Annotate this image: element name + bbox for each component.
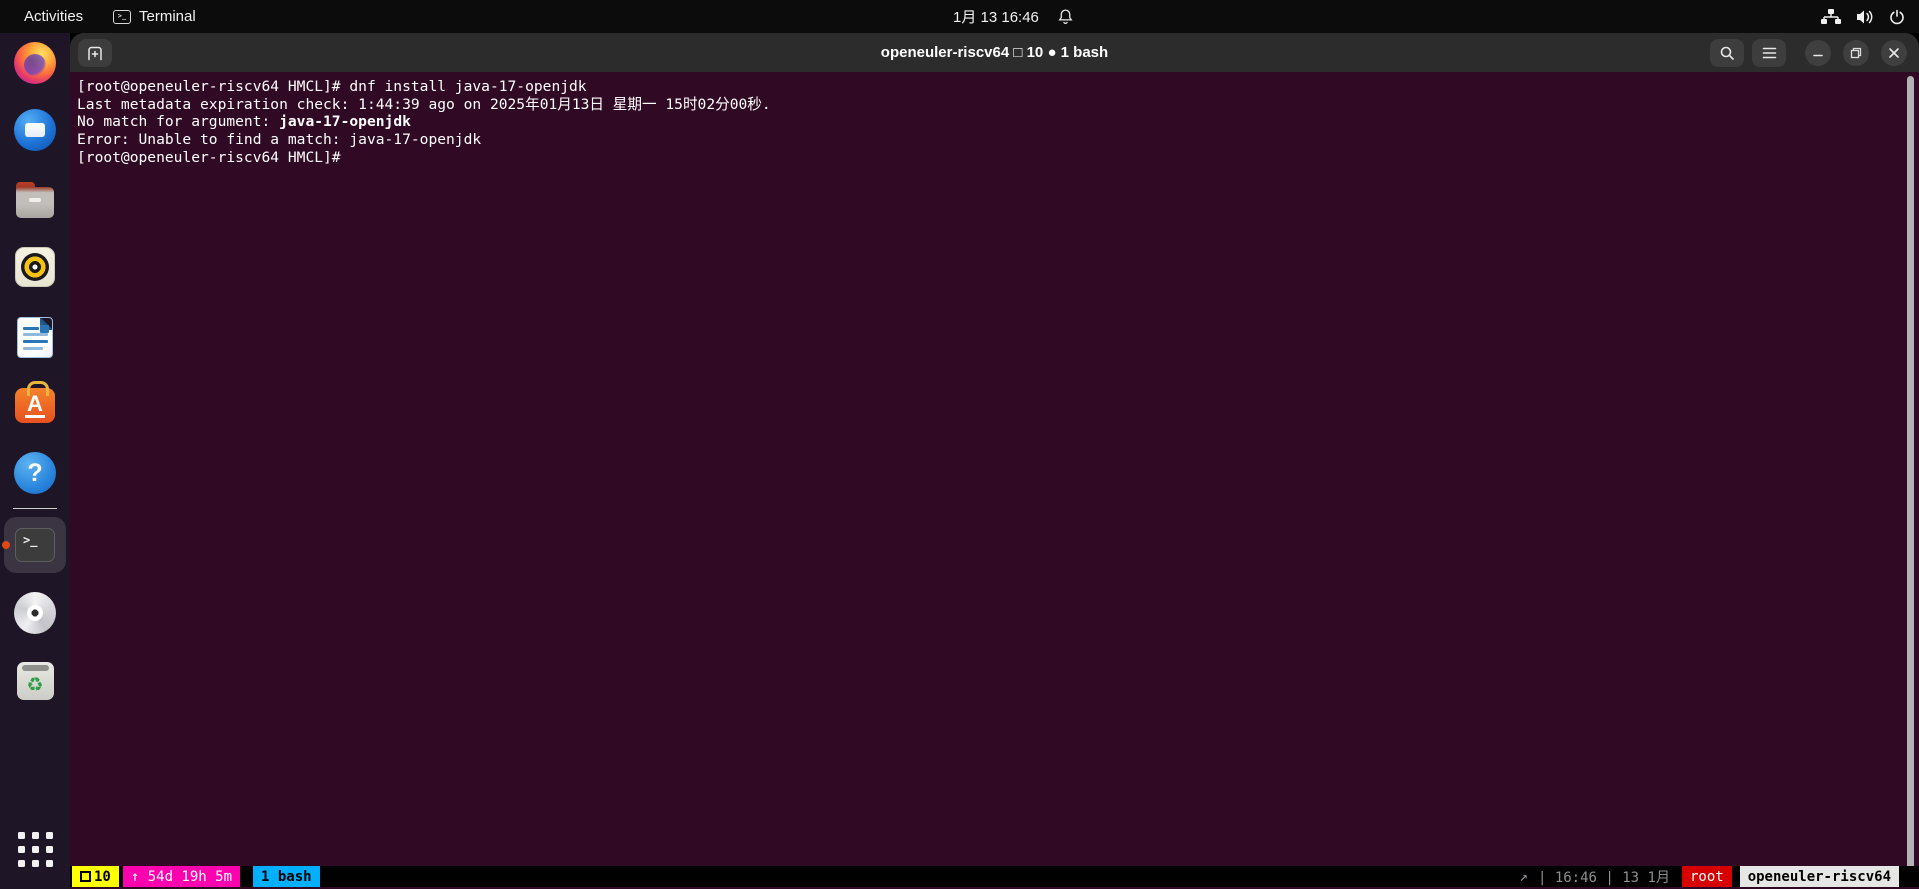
notification-bell-icon <box>1057 8 1074 25</box>
recycle-glyph: ♻ <box>26 673 44 696</box>
restore-button[interactable] <box>1843 40 1869 66</box>
terminal-line: Last metadata expiration check: 1:44:39 … <box>77 95 771 113</box>
activities-button[interactable]: Activities <box>24 0 83 33</box>
status-uptime-segment: ↑ 54d 19h 5m <box>122 866 241 887</box>
system-status-area[interactable] <box>1821 0 1905 33</box>
app-grid-icon <box>17 832 53 867</box>
clock-label: 1月 13 16:46 <box>953 9 1039 26</box>
dock-item-trash[interactable]: ♻ <box>0 659 70 700</box>
files-icon <box>16 182 54 218</box>
title-bar[interactable]: openeuler-riscv64 □ 10 ● 1 bash <box>70 33 1919 72</box>
dock-item-rhythmbox[interactable] <box>0 247 70 287</box>
power-icon <box>1889 9 1905 25</box>
dock-item-terminal[interactable]: >_ <box>0 528 70 562</box>
focused-app-label: Terminal <box>139 8 196 25</box>
dock-item-thunderbird[interactable] <box>0 109 70 151</box>
help-icon: ? <box>14 452 56 494</box>
dock-item-firefox[interactable] <box>0 42 70 84</box>
status-active-window-segment: 1 bash <box>253 866 320 887</box>
show-applications-button[interactable] <box>0 832 70 867</box>
terminal-output: [root@openeuler-riscv64 HMCL]# dnf insta… <box>77 78 771 167</box>
firefox-icon <box>14 42 56 84</box>
clock-menu[interactable]: 1月 13 16:46 <box>953 0 1074 33</box>
scrollbar-thumb[interactable] <box>1907 76 1914 879</box>
terminal-screen[interactable]: [root@openeuler-riscv64 HMCL]# dnf insta… <box>70 72 1919 889</box>
volume-icon <box>1856 9 1874 25</box>
app-center-letter: A <box>25 391 45 418</box>
status-right-group: ↗ | 16:46 | 13 1月 root openeuler-riscv64 <box>1520 866 1899 887</box>
network-icon <box>1821 8 1841 25</box>
ne-arrow-icon: ↗ <box>1519 868 1528 885</box>
libreoffice-writer-icon <box>17 317 53 358</box>
dock-item-disc[interactable] <box>0 592 70 634</box>
thunderbird-icon <box>14 109 56 151</box>
status-host-segment: openeuler-riscv64 <box>1739 866 1899 887</box>
terminal-prompt-glyph: >_ <box>23 533 38 547</box>
close-button[interactable] <box>1881 40 1907 66</box>
window-square-icon <box>80 871 91 882</box>
status-user-segment: root <box>1681 866 1732 887</box>
dock-separator <box>13 508 57 509</box>
dock-item-libreoffice-writer[interactable] <box>0 317 70 358</box>
disc-icon <box>14 592 56 634</box>
status-datetime: | 16:46 | 13 1月 <box>1537 869 1670 886</box>
terminal-line: [root@openeuler-riscv64 HMCL]# <box>77 148 350 166</box>
search-button[interactable] <box>1710 39 1744 67</box>
terminal-line: Error: Unable to find a match: java-17-o… <box>77 131 482 149</box>
dock: A ? >_ ♻ <box>0 33 70 889</box>
terminal-line: [root@openeuler-riscv64 HMCL]# dnf insta… <box>77 78 587 95</box>
app-center-icon: A <box>15 381 55 423</box>
terminal-line: No match for argument: java-17-openjdk <box>77 113 411 131</box>
windows-count: 10 <box>94 868 111 885</box>
terminal-app-icon: >_ <box>113 9 131 24</box>
dock-item-files[interactable] <box>0 182 70 218</box>
tmux-status-bar: 10 ↑ 54d 19h 5m 1 bash ↗ | 16:46 | 13 1月… <box>70 866 1919 887</box>
dock-item-app-center[interactable]: A <box>0 381 70 423</box>
rhythmbox-icon <box>15 247 55 287</box>
hamburger-menu-button[interactable] <box>1752 39 1786 67</box>
terminal-icon: >_ <box>15 528 55 562</box>
top-bar: Activities >_ Terminal 1月 13 16:46 <box>0 0 1919 33</box>
terminal-window: openeuler-riscv64 □ 10 ● 1 bash [root@op… <box>70 33 1919 889</box>
focused-app-menu[interactable]: >_ Terminal <box>113 0 196 33</box>
status-windows-segment: 10 <box>72 866 119 887</box>
dock-item-help[interactable]: ? <box>0 452 70 494</box>
trash-icon: ♻ <box>16 662 54 700</box>
window-title: openeuler-riscv64 □ 10 ● 1 bash <box>880 44 1109 61</box>
minimize-button[interactable] <box>1805 40 1831 66</box>
